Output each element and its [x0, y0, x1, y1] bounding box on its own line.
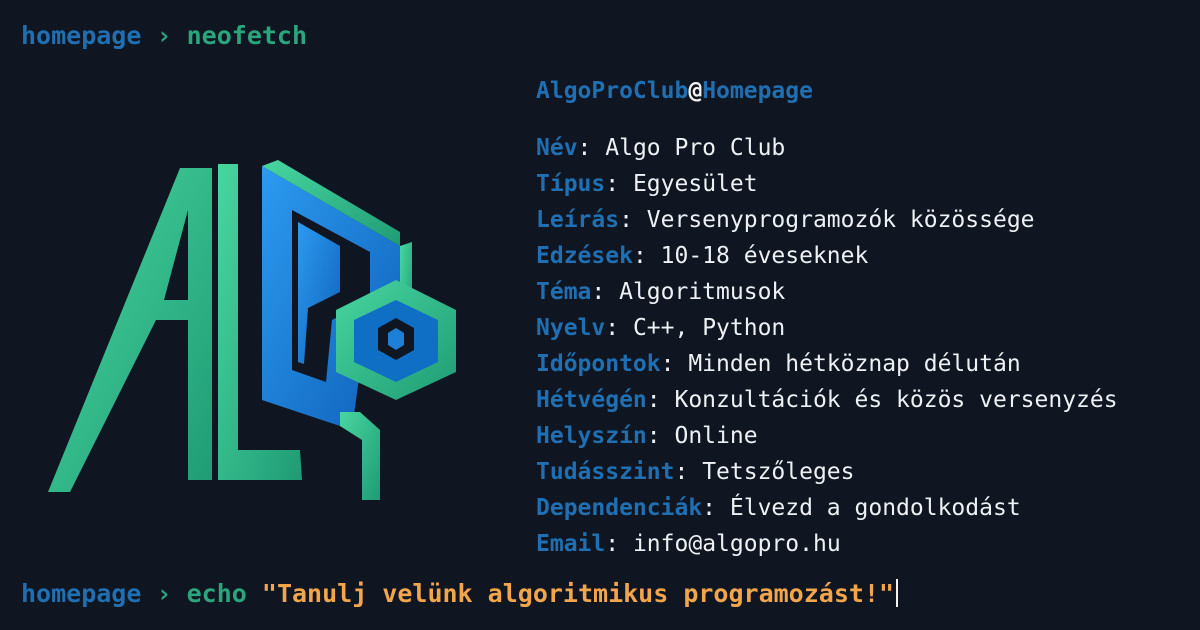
info-key: Név	[536, 135, 578, 161]
neofetch-info: AlgoProClub@Homepage Név: Algo Pro Club …	[536, 76, 1118, 562]
info-row-tema: Téma: Algoritmusok	[536, 274, 1118, 310]
info-separator: :	[660, 351, 689, 377]
info-row-leiras: Leírás: Versenyprogramozók közössége	[536, 202, 1118, 238]
info-value: Egyesület	[632, 171, 758, 197]
info-key: Edzések	[536, 243, 633, 269]
info-value: Algo Pro Club	[605, 135, 786, 161]
info-row-helyszin: Helyszín: Online	[536, 418, 1118, 454]
info-key: Email	[536, 531, 606, 557]
info-separator: :	[605, 531, 633, 557]
info-row-tudasszint: Tudásszint: Tetszőleges	[536, 454, 1118, 490]
info-key: Tudásszint	[536, 459, 675, 485]
info-value: Versenyprogramozók közössége	[646, 207, 1035, 233]
info-separator: :	[605, 315, 633, 341]
info-key: Nyelv	[536, 315, 606, 341]
info-separator: :	[702, 495, 730, 521]
text-cursor	[896, 579, 899, 607]
info-rows: Név: Algo Pro Club Típus: Egyesület Leír…	[536, 130, 1118, 562]
info-value: C++, Python	[632, 315, 786, 341]
info-separator: :	[646, 387, 675, 413]
info-separator: :	[577, 135, 606, 161]
at-sign: @	[688, 78, 703, 104]
info-row-nyelv: Nyelv: C++, Python	[536, 310, 1118, 346]
info-key: Típus	[536, 171, 606, 197]
terminal-prompt-echo[interactable]: homepage › echo "Tanulj velünk algoritmi…	[21, 579, 899, 609]
algo-pro-club-logo-icon	[48, 160, 456, 500]
info-value: Minden hétköznap délután	[688, 351, 1021, 377]
info-separator: :	[632, 243, 661, 269]
prompt-directory: homepage	[21, 21, 142, 50]
user-host-line: AlgoProClub@Homepage	[536, 76, 1118, 112]
info-separator: :	[646, 423, 675, 449]
info-value: info@algopro.hu	[632, 531, 841, 557]
info-row-tipus: Típus: Egyesület	[536, 166, 1118, 202]
info-value: Algoritmusok	[619, 279, 786, 305]
info-separator: :	[674, 459, 703, 485]
info-key: Hétvégén	[536, 387, 647, 413]
info-separator: :	[605, 171, 633, 197]
info-value: Konzultációk és közös versenyzés	[674, 387, 1118, 413]
info-row-email: Email: info@algopro.hu	[536, 526, 1118, 562]
terminal-prompt-neofetch: homepage › neofetch	[21, 21, 307, 51]
info-separator: :	[591, 279, 620, 305]
info-key: Időpontok	[536, 351, 661, 377]
info-key: Téma	[536, 279, 592, 305]
prompt-argument: "Tanulj velünk algoritmikus programozást…	[261, 579, 895, 608]
info-key: Dependenciák	[536, 495, 703, 521]
prompt-arrow-icon: ›	[156, 21, 172, 50]
info-value: Élvezd a gondolkodást	[729, 495, 1021, 521]
info-value: Online	[674, 423, 758, 449]
info-value: Tetszőleges	[702, 459, 855, 485]
info-separator: :	[619, 207, 647, 233]
user-name: AlgoProClub	[536, 78, 689, 104]
prompt-arrow-icon: ›	[156, 579, 172, 608]
prompt-directory: homepage	[21, 579, 142, 608]
info-row-hetvegen: Hétvégén: Konzultációk és közös versenyz…	[536, 382, 1118, 418]
info-value: 10-18 éveseknek	[660, 243, 869, 269]
info-row-idopontok: Időpontok: Minden hétköznap délután	[536, 346, 1118, 382]
info-row-dependenciak: Dependenciák: Élvezd a gondolkodást	[536, 490, 1118, 526]
info-key: Helyszín	[536, 423, 647, 449]
prompt-command: neofetch	[186, 21, 308, 50]
info-key: Leírás	[536, 207, 620, 233]
host-name: Homepage	[702, 78, 813, 104]
info-row-edzesek: Edzések: 10-18 éveseknek	[536, 238, 1118, 274]
prompt-command: echo	[186, 579, 247, 608]
info-row-nev: Név: Algo Pro Club	[536, 130, 1118, 166]
